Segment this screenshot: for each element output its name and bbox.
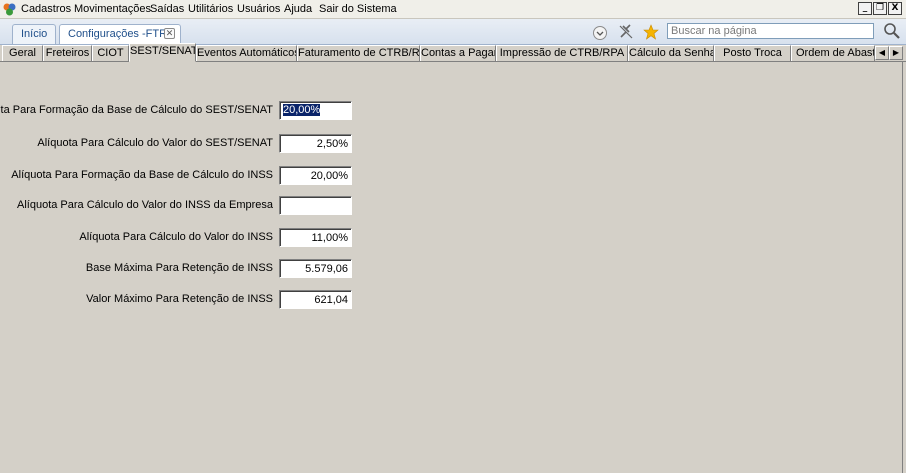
aliquota-base-inss-input[interactable] xyxy=(279,166,352,185)
menu-saidas[interactable]: Saídas xyxy=(150,3,184,16)
tab-sest-senat[interactable]: SEST/SENAT xyxy=(129,43,196,62)
app-logo-icon xyxy=(3,3,16,16)
doc-tab-label: Configurações -FTR xyxy=(68,28,168,40)
field-label: Base Máxima Para Retenção de INSS xyxy=(85,262,273,274)
config-tab-strip: Geral Freteiros CIOT SEST/SENAT Eventos … xyxy=(0,43,906,62)
tab-close-icon[interactable]: ✕ xyxy=(164,28,175,39)
unpin-icon[interactable] xyxy=(618,24,634,40)
menu-bar: Cadastros Movimentações Saídas Utilitári… xyxy=(0,0,906,19)
star-icon[interactable] xyxy=(643,24,659,40)
tab-contas-a-pagar[interactable]: Contas a Pagar xyxy=(420,45,496,61)
tab-scroll-right-icon[interactable]: ▶ xyxy=(889,46,903,60)
aliquota-base-sest-senat-input[interactable]: 20,00% xyxy=(279,101,352,120)
tab-eventos-automaticos[interactable]: Eventos Automáticos xyxy=(196,45,297,61)
panel-right-border xyxy=(902,62,906,473)
close-button[interactable]: X xyxy=(888,2,902,15)
base-maxima-retencao-inss-input[interactable] xyxy=(279,259,352,278)
tab-scroll-left-icon[interactable]: ◀ xyxy=(875,46,889,60)
doc-tab-inicio[interactable]: Início xyxy=(12,24,57,44)
menu-ajuda[interactable]: Ajuda xyxy=(284,3,312,16)
aliquota-valor-inss-input[interactable] xyxy=(279,228,352,247)
tab-ciot[interactable]: CIOT xyxy=(92,45,129,61)
doc-tab-configuracoes-ftr[interactable]: Configurações -FTR ✕ xyxy=(59,24,181,44)
field-label: Alíquota Para Cálculo do Valor do INSS d… xyxy=(17,199,273,211)
field-value: 20,00% xyxy=(283,104,321,116)
aliquota-valor-sest-senat-input[interactable] xyxy=(279,134,352,153)
menu-sair-do-sistema[interactable]: Sair do Sistema xyxy=(319,3,397,16)
search-input[interactable] xyxy=(667,23,874,39)
tab-geral[interactable]: Geral xyxy=(2,45,43,61)
field-label: Valor Máximo Para Retenção de INSS xyxy=(86,293,273,305)
doc-tab-label: Início xyxy=(21,28,48,40)
restore-button[interactable]: ❐ xyxy=(873,2,887,15)
menu-movimentacoes[interactable]: Movimentações xyxy=(74,3,151,16)
field-label: Alíquota Para Cálculo do Valor do SEST/S… xyxy=(37,137,273,149)
menu-usuarios[interactable]: Usuários xyxy=(237,3,280,16)
field-label: Alíquota Para Formação da Base de Cálcul… xyxy=(0,104,273,116)
minimize-button[interactable]: _ xyxy=(858,2,872,15)
tab-calculo-da-senha[interactable]: Cálculo da Senha xyxy=(628,45,714,61)
tab-impressao-ctrb-rpa[interactable]: Impressão de CTRB/RPA xyxy=(496,45,628,61)
chevron-down-circle-icon[interactable] xyxy=(592,25,608,41)
menu-cadastros[interactable]: Cadastros xyxy=(21,3,71,16)
valor-maximo-retencao-inss-input[interactable] xyxy=(279,290,352,309)
field-label: Alíquota Para Cálculo do Valor do INSS xyxy=(79,231,273,243)
aliquota-valor-inss-empresa-input[interactable] xyxy=(279,196,352,215)
tab-posto-troca[interactable]: Posto Troca xyxy=(714,45,791,61)
tab-freteiros[interactable]: Freteiros xyxy=(43,45,92,61)
menu-utilitarios[interactable]: Utilitários xyxy=(188,3,233,16)
tab-ordem-de-abastecimento[interactable]: Ordem de Abastec xyxy=(791,45,875,61)
search-icon[interactable] xyxy=(883,22,901,40)
field-label: Alíquota Para Formação da Base de Cálcul… xyxy=(11,169,273,181)
tab-faturamento-ctrb-rpa[interactable]: Faturamento de CTRB/RPA xyxy=(297,45,420,61)
